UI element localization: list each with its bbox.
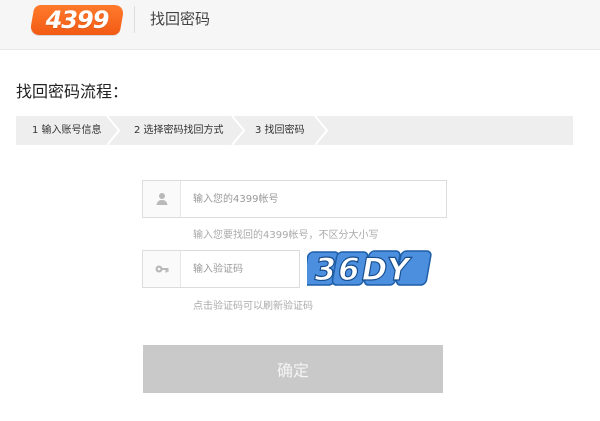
top-header: 4399 找回密码 [0,0,600,50]
captcha-input[interactable] [181,251,300,287]
account-input[interactable] [181,181,447,217]
captcha-field [142,250,300,288]
step-separator-icon [314,116,328,145]
user-icon [143,181,181,217]
account-hint: 输入您要找回的4399帐号，不区分大小写 [193,230,379,241]
account-field [142,180,447,218]
step-recover-password: 3 找回密码 [255,125,305,136]
captcha-code-text: 36DY [311,252,414,288]
captcha-hint: 点击验证码可以刷新验证码 [193,301,313,312]
site-logo-text: 4399 [45,6,110,34]
page-title: 找回密码 [150,10,211,28]
recovery-steps: 1 输入账号信息 2 选择密码找回方式 3 找回密码 [16,116,573,145]
step-choose-method: 2 选择密码找回方式 [134,125,224,136]
confirm-button[interactable]: 确定 [143,345,443,393]
header-divider [134,6,135,33]
process-title: 找回密码流程： [16,82,129,101]
step-separator-icon [231,116,245,145]
step-enter-account: 1 输入账号信息 [32,125,102,136]
key-icon [143,251,181,287]
captcha-image[interactable]: 36DY [307,249,437,289]
step-separator-icon [106,116,120,145]
password-recovery-page: 4399 找回密码 找回密码流程： 1 输入账号信息 2 选择密码找回方式 3 … [0,0,600,421]
